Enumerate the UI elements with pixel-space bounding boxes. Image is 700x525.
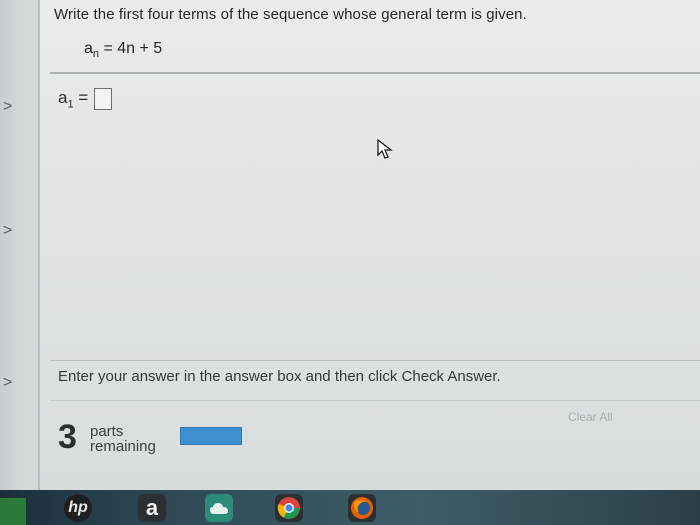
parts-remaining-label: parts remaining [90,424,156,454]
formula-rest: = 4n + 5 [99,40,163,57]
parts-label-line2: remaining [90,438,156,455]
divider [50,400,700,401]
answer-label-equals: = [73,88,89,107]
chevron-right-icon[interactable]: > [3,222,12,240]
firefox-logo-icon [351,497,373,519]
cloud-icon [210,503,228,514]
formula-a: a [84,40,93,57]
chrome-icon[interactable] [275,494,303,522]
left-sidebar-strip [0,0,40,490]
general-term-formula: an = 4n + 5 [84,40,162,60]
progress-bar [180,427,242,445]
question-panel: Write the first four terms of the sequen… [40,0,700,490]
divider [50,360,700,361]
answer-input-box[interactable] [94,88,112,110]
cloud-app-icon[interactable] [205,494,233,522]
clear-all-button[interactable]: Clear All [568,410,613,424]
firefox-icon[interactable] [348,494,376,522]
instruction-text: Enter your answer in the answer box and … [58,368,501,385]
answer-label: a1 = [58,88,88,110]
parts-remaining-count: 3 [58,418,77,456]
divider [50,72,700,74]
amazon-icon[interactable]: a [138,494,166,522]
question-prompt: Write the first four terms of the sequen… [54,6,527,23]
chevron-right-icon[interactable]: > [3,374,12,392]
chrome-logo-icon [277,497,300,519]
mouse-cursor-icon [377,138,393,159]
start-tile-icon[interactable] [0,498,26,525]
hp-icon[interactable]: hp [64,494,92,522]
chevron-right-icon[interactable]: > [3,98,12,116]
parts-label-line1: parts [90,423,124,440]
